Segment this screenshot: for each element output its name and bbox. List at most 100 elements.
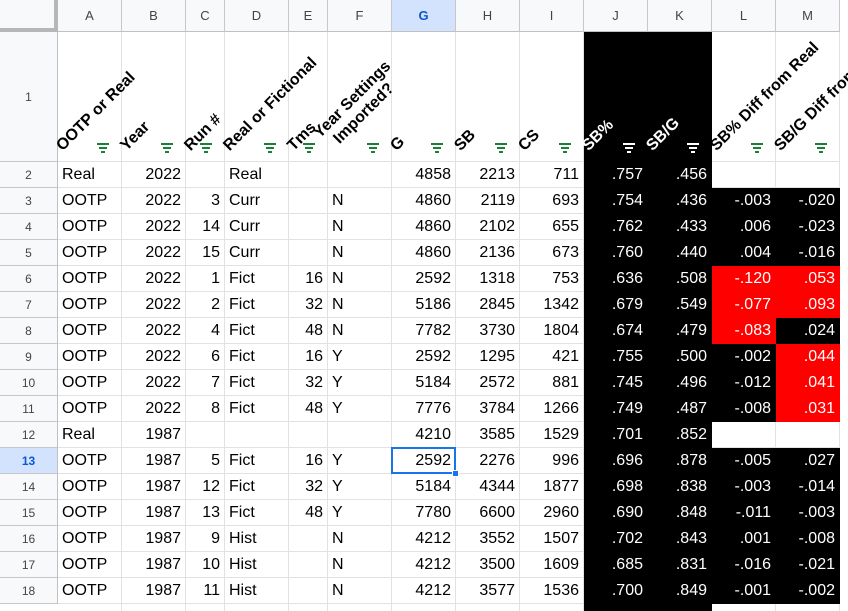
cell-g2[interactable]: 4858 bbox=[392, 162, 456, 188]
cell-f10[interactable]: Y bbox=[328, 370, 392, 396]
cell-l12[interactable] bbox=[712, 422, 776, 448]
cell-i9[interactable]: 421 bbox=[520, 344, 584, 370]
cell-g9[interactable]: 2592 bbox=[392, 344, 456, 370]
cell-j7[interactable]: .679 bbox=[584, 292, 648, 318]
cell-c8[interactable]: 4 bbox=[186, 318, 225, 344]
row-header-6[interactable]: 6 bbox=[0, 266, 58, 292]
cell-d9[interactable]: Fict bbox=[225, 344, 289, 370]
cell-g7[interactable]: 5186 bbox=[392, 292, 456, 318]
cell-g12[interactable]: 4210 bbox=[392, 422, 456, 448]
cell-k15[interactable]: .848 bbox=[648, 500, 712, 526]
cell-f2[interactable] bbox=[328, 162, 392, 188]
cell-m3[interactable]: -.020 bbox=[776, 188, 840, 214]
filter-icon[interactable] bbox=[96, 143, 110, 153]
cell-a10[interactable]: OOTP bbox=[58, 370, 122, 396]
cell-g4[interactable]: 4860 bbox=[392, 214, 456, 240]
cell-c17[interactable]: 10 bbox=[186, 552, 225, 578]
cell-empty-m[interactable] bbox=[776, 604, 840, 611]
cell-a3[interactable]: OOTP bbox=[58, 188, 122, 214]
row-header-17[interactable]: 17 bbox=[0, 552, 58, 578]
cell-m11[interactable]: .031 bbox=[776, 396, 840, 422]
cell-l6[interactable]: -.120 bbox=[712, 266, 776, 292]
cell-f6[interactable]: N bbox=[328, 266, 392, 292]
row-header-1[interactable]: 1 bbox=[0, 32, 58, 162]
cell-f11[interactable]: Y bbox=[328, 396, 392, 422]
header-cell-c[interactable]: Run # bbox=[181, 32, 225, 162]
cell-e9[interactable]: 16 bbox=[289, 344, 328, 370]
cell-l7[interactable]: -.077 bbox=[712, 292, 776, 318]
cell-m4[interactable]: -.023 bbox=[776, 214, 840, 240]
cell-l16[interactable]: .001 bbox=[712, 526, 776, 552]
cell-empty-g[interactable] bbox=[392, 604, 456, 611]
row-header-16[interactable]: 16 bbox=[0, 526, 58, 552]
cell-h8[interactable]: 3730 bbox=[456, 318, 520, 344]
column-header-l[interactable]: L bbox=[712, 0, 776, 32]
cell-a5[interactable]: OOTP bbox=[58, 240, 122, 266]
row-header-5[interactable]: 5 bbox=[0, 240, 58, 266]
cell-h14[interactable]: 4344 bbox=[456, 474, 520, 500]
cell-empty-a[interactable] bbox=[58, 604, 122, 611]
cell-k11[interactable]: .487 bbox=[648, 396, 712, 422]
cell-g14[interactable]: 5184 bbox=[392, 474, 456, 500]
cell-e14[interactable]: 32 bbox=[289, 474, 328, 500]
cell-h9[interactable]: 1295 bbox=[456, 344, 520, 370]
cell-j2[interactable]: .757 bbox=[584, 162, 648, 188]
cell-empty-c[interactable] bbox=[186, 604, 225, 611]
cell-c9[interactable]: 6 bbox=[186, 344, 225, 370]
cell-b7[interactable]: 2022 bbox=[122, 292, 186, 318]
cell-m16[interactable]: -.008 bbox=[776, 526, 840, 552]
row-header-13[interactable]: 13 bbox=[0, 448, 58, 474]
cell-b10[interactable]: 2022 bbox=[122, 370, 186, 396]
cell-f7[interactable]: N bbox=[328, 292, 392, 318]
cell-l9[interactable]: -.002 bbox=[712, 344, 776, 370]
cell-l11[interactable]: -.008 bbox=[712, 396, 776, 422]
header-cell-k[interactable]: SB/G bbox=[643, 32, 712, 162]
column-header-k[interactable]: K bbox=[648, 0, 712, 32]
filter-icon[interactable] bbox=[622, 143, 636, 153]
cell-c10[interactable]: 7 bbox=[186, 370, 225, 396]
cell-j11[interactable]: .749 bbox=[584, 396, 648, 422]
cell-k10[interactable]: .496 bbox=[648, 370, 712, 396]
cell-j9[interactable]: .755 bbox=[584, 344, 648, 370]
cell-f5[interactable]: N bbox=[328, 240, 392, 266]
cell-m15[interactable]: -.003 bbox=[776, 500, 840, 526]
column-header-j[interactable]: J bbox=[584, 0, 648, 32]
filter-icon[interactable] bbox=[686, 143, 700, 153]
cell-j15[interactable]: .690 bbox=[584, 500, 648, 526]
row-header-14[interactable]: 14 bbox=[0, 474, 58, 500]
cell-e11[interactable]: 48 bbox=[289, 396, 328, 422]
cell-g6[interactable]: 2592 bbox=[392, 266, 456, 292]
cell-a15[interactable]: OOTP bbox=[58, 500, 122, 526]
cell-d7[interactable]: Fict bbox=[225, 292, 289, 318]
column-header-m[interactable]: M bbox=[776, 0, 840, 32]
cell-b9[interactable]: 2022 bbox=[122, 344, 186, 370]
cell-b15[interactable]: 1987 bbox=[122, 500, 186, 526]
cell-e17[interactable] bbox=[289, 552, 328, 578]
cell-d3[interactable]: Curr bbox=[225, 188, 289, 214]
cell-a18[interactable]: OOTP bbox=[58, 578, 122, 604]
filter-icon[interactable] bbox=[558, 143, 572, 153]
header-cell-g[interactable]: G bbox=[387, 32, 456, 162]
cell-c3[interactable]: 3 bbox=[186, 188, 225, 214]
filter-icon[interactable] bbox=[302, 143, 316, 153]
cell-l18[interactable]: -.001 bbox=[712, 578, 776, 604]
cell-i18[interactable]: 1536 bbox=[520, 578, 584, 604]
cell-b16[interactable]: 1987 bbox=[122, 526, 186, 552]
cell-a16[interactable]: OOTP bbox=[58, 526, 122, 552]
cell-g3[interactable]: 4860 bbox=[392, 188, 456, 214]
cell-e7[interactable]: 32 bbox=[289, 292, 328, 318]
cell-c12[interactable] bbox=[186, 422, 225, 448]
cell-k3[interactable]: .436 bbox=[648, 188, 712, 214]
cell-e8[interactable]: 48 bbox=[289, 318, 328, 344]
cell-d13[interactable]: Fict bbox=[225, 448, 289, 474]
filter-icon[interactable] bbox=[366, 143, 380, 153]
cell-h4[interactable]: 2102 bbox=[456, 214, 520, 240]
cell-g18[interactable]: 4212 bbox=[392, 578, 456, 604]
cell-k2[interactable]: .456 bbox=[648, 162, 712, 188]
cell-j18[interactable]: .700 bbox=[584, 578, 648, 604]
cell-a2[interactable]: Real bbox=[58, 162, 122, 188]
cell-empty-d[interactable] bbox=[225, 604, 289, 611]
cell-d15[interactable]: Fict bbox=[225, 500, 289, 526]
cell-i3[interactable]: 693 bbox=[520, 188, 584, 214]
cell-i14[interactable]: 1877 bbox=[520, 474, 584, 500]
